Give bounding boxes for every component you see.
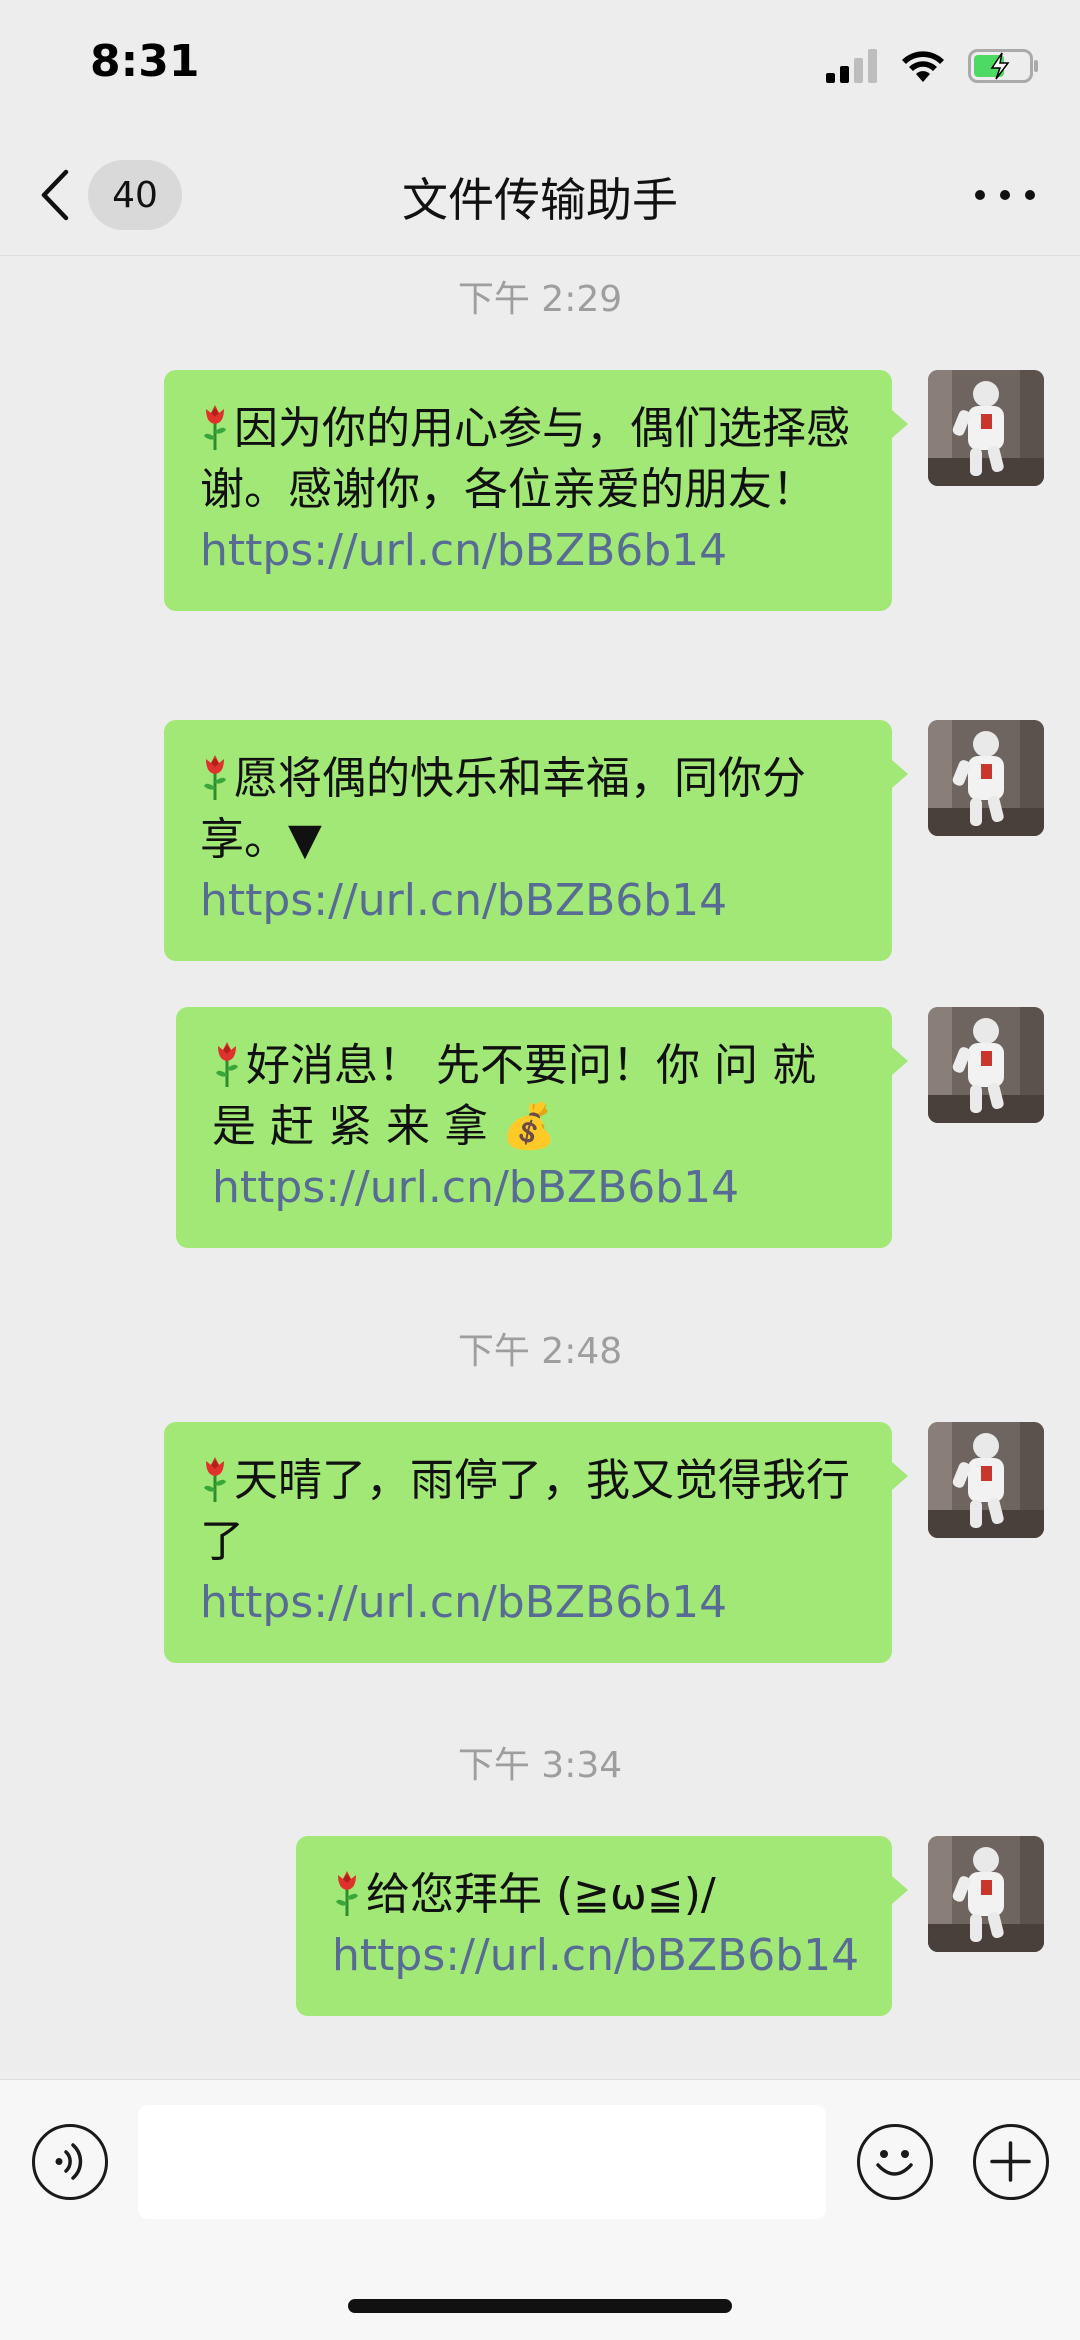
message-text: 天晴了，雨停了，我又觉得我行了 (200, 1455, 850, 1567)
voice-button[interactable] (32, 2124, 108, 2200)
message-bubble[interactable]: 因为你的用心参与，偶们选择感谢。感谢你，各位亲爱的朋友！ https://url… (164, 370, 908, 611)
message-input[interactable] (138, 2105, 826, 2219)
message-row: 天晴了，雨停了，我又觉得我行了 https://url.cn/bBZB6b14 (164, 1422, 1044, 1663)
plus-icon (990, 2141, 1031, 2182)
voice-icon (55, 2143, 83, 2180)
message-text: 给您拜年 (≧ω≦)/ (366, 1869, 716, 1920)
wifi-icon (902, 51, 944, 82)
message-link[interactable]: https://url.cn/bBZB6b14 (200, 1577, 727, 1628)
message-link[interactable]: https://url.cn/bBZB6b14 (200, 525, 727, 576)
message-text: 因为你的用心参与，偶们选择感谢。感谢你，各位亲爱的朋友！ (200, 403, 850, 515)
message-bubble[interactable]: 天晴了，雨停了，我又觉得我行了 https://url.cn/bBZB6b14 (164, 1422, 908, 1663)
message-text: 愿将偶的快乐和幸福，同你分享。▼ (200, 753, 806, 865)
rose-icon (332, 1869, 362, 1917)
timestamp: 下午 3:34 (457, 1745, 623, 1786)
avatar[interactable] (928, 1836, 1044, 1952)
message-link[interactable]: https://url.cn/bBZB6b14 (200, 875, 727, 926)
rose-icon (200, 1455, 230, 1503)
message-bubble[interactable]: 给您拜年 (≧ω≦)/ https://url.cn/bBZB6b14 (296, 1836, 908, 2016)
signal-icon (826, 49, 877, 83)
status-bar: 8:31 (0, 0, 1080, 140)
avatar[interactable] (928, 370, 1044, 486)
emoji-icon (876, 2150, 913, 2176)
status-time: 8:31 (90, 36, 200, 87)
timestamp: 下午 2:48 (457, 1331, 623, 1372)
message-row: 给您拜年 (≧ω≦)/ https://url.cn/bBZB6b14 (296, 1836, 1044, 2016)
nav-bar: 40 文件传输助手 (0, 140, 1080, 256)
rose-icon (200, 403, 230, 451)
message-link[interactable]: https://url.cn/bBZB6b14 (332, 1930, 859, 1981)
message-row: 好消息！ 先不要问！你 问 就 是 赶 紧 来 拿 💰 https://url.… (176, 1007, 1044, 1248)
more-icon[interactable] (970, 180, 1040, 210)
plus-button[interactable] (973, 2124, 1049, 2200)
chat-title: 文件传输助手 (402, 173, 678, 227)
emoji-button[interactable] (857, 2124, 933, 2200)
message-text: 好消息！ 先不要问！你 问 就 是 赶 紧 来 拿 💰 (212, 1040, 816, 1152)
message-row: 愿将偶的快乐和幸福，同你分享。▼ https://url.cn/bBZB6b14 (164, 720, 1044, 961)
message-link[interactable]: https://url.cn/bBZB6b14 (212, 1162, 739, 1213)
rose-icon (212, 1040, 242, 1088)
avatar[interactable] (928, 720, 1044, 836)
home-indicator (348, 2299, 732, 2313)
timestamp: 下午 2:29 (457, 279, 623, 320)
avatar[interactable] (928, 1007, 1044, 1123)
avatar[interactable] (928, 1422, 1044, 1538)
rose-icon (200, 753, 230, 801)
chat-area: 下午 2:29 因为你的用心参与，偶们选择感谢。感谢你，各位亲爱的朋友！ htt… (0, 256, 1080, 2079)
message-row: 因为你的用心参与，偶们选择感谢。感谢你，各位亲爱的朋友！ https://url… (164, 370, 1044, 611)
battery-icon (968, 49, 1038, 83)
status-icons (826, 46, 1040, 86)
message-bubble[interactable]: 好消息！ 先不要问！你 问 就 是 赶 紧 来 拿 💰 https://url.… (176, 1007, 908, 1248)
message-bubble[interactable]: 愿将偶的快乐和幸福，同你分享。▼ https://url.cn/bBZB6b14 (164, 720, 908, 961)
